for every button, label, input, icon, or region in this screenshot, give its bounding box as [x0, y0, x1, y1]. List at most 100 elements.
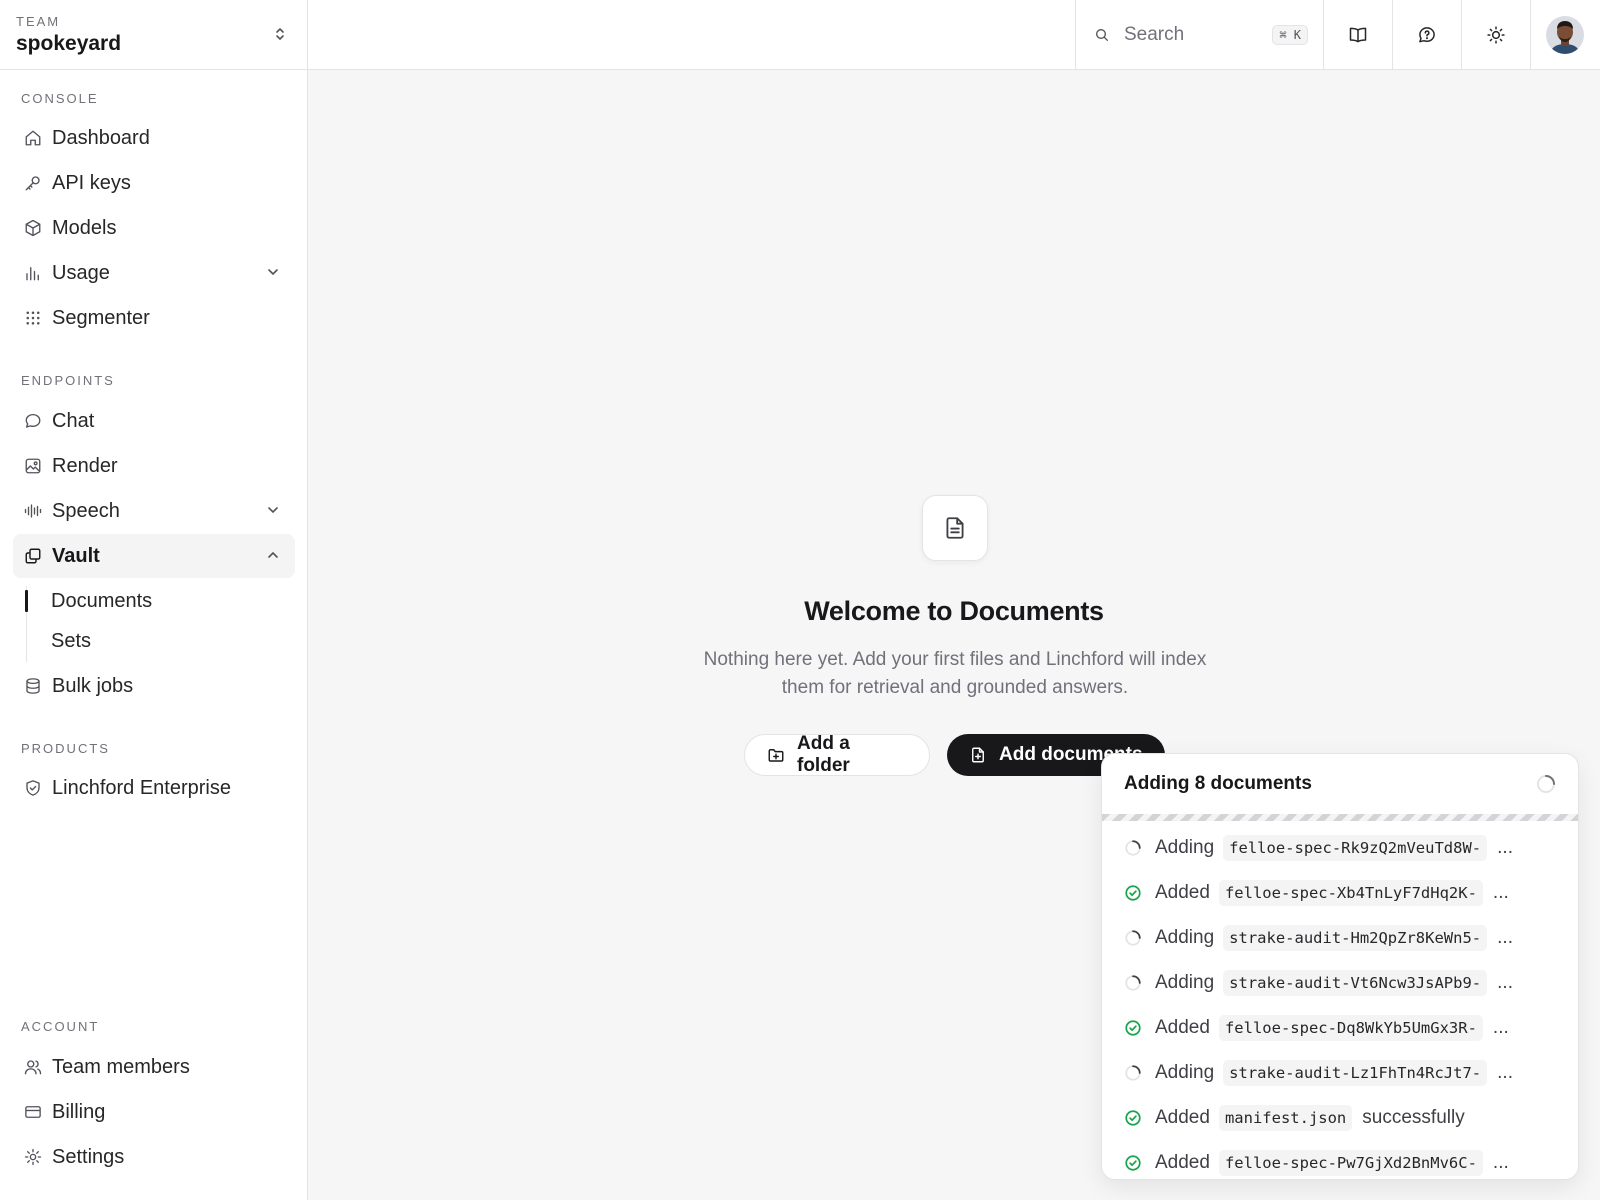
sidebar-item-usage[interactable]: Usage: [13, 251, 295, 295]
add-folder-label: Add a folder: [797, 733, 850, 776]
cube-icon: [23, 218, 43, 238]
user-menu-button[interactable]: [1530, 0, 1600, 69]
theme-toggle-button[interactable]: [1461, 0, 1530, 69]
upload-row: Adding strake-audit-Hm2QpZr8KeWn5-...: [1102, 915, 1578, 960]
section-label-products: PRODUCTS: [21, 741, 110, 756]
upload-status: Added: [1155, 881, 1210, 903]
section-label-endpoints: ENDPOINTS: [21, 373, 115, 388]
section-label-console: CONSOLE: [21, 91, 99, 106]
upload-row: Adding strake-audit-Vt6Ncw3JsAPb9-...: [1102, 960, 1578, 1005]
key-icon: [23, 173, 43, 193]
sidebar-item-label: Speech: [52, 499, 120, 522]
empty-state-title: Welcome to Documents: [804, 596, 1104, 626]
chevron-up-icon: [265, 547, 281, 563]
file-name: felloe-spec-Rk9zQ2mVeuTd8W-: [1223, 834, 1488, 861]
sidebar-item-models[interactable]: Models: [13, 206, 295, 250]
upload-row: Added manifest.json successfully: [1102, 1095, 1578, 1140]
home-icon: [23, 128, 43, 148]
file-name: strake-audit-Hm2QpZr8KeWn5-: [1223, 924, 1488, 951]
upload-tail: ...: [1492, 1016, 1509, 1038]
sidebar-item-label: Linchford Enterprise: [52, 776, 231, 799]
sidebar-item-enterprise[interactable]: Linchford Enterprise: [13, 766, 295, 810]
folder-plus-icon: [767, 746, 785, 764]
file-name: strake-audit-Lz1FhTn4RcJt7-: [1223, 1059, 1488, 1086]
book-open-icon: [1348, 25, 1368, 45]
spinner-icon: [1124, 974, 1142, 992]
check-circle-icon: [1124, 1019, 1142, 1037]
upload-row: Added felloe-spec-Xb4TnLyF7dHq2K-...: [1102, 870, 1578, 915]
sidebar-item-label: Usage: [52, 261, 110, 284]
file-name: strake-audit-Vt6Ncw3JsAPb9-: [1223, 969, 1488, 996]
file-plus-icon: [969, 746, 987, 764]
upload-progress-panel: Adding 8 documents Adding felloe-spec-Rk9…: [1101, 753, 1579, 1180]
credit-card-icon: [23, 1102, 43, 1122]
bar-chart-icon: [23, 263, 43, 283]
upload-tail: ...: [1497, 1061, 1513, 1083]
sidebar-item-team-members[interactable]: Team members: [13, 1045, 295, 1089]
upload-row: Adding strake-audit-Lz1FhTn4RcJt7-...: [1102, 1050, 1578, 1095]
sidebar-item-label: Team members: [52, 1055, 190, 1078]
upload-list: Adding felloe-spec-Rk9zQ2mVeuTd8W-... Adde…: [1102, 825, 1578, 1179]
sidebar-item-label: Billing: [52, 1100, 106, 1123]
search-placeholder: Search: [1124, 23, 1185, 45]
sidebar-item-label: Vault: [52, 544, 100, 567]
help-button[interactable]: [1392, 0, 1461, 69]
shield-check-icon: [23, 778, 43, 798]
upload-tail: ...: [1497, 926, 1513, 948]
upload-status: Adding: [1155, 836, 1215, 858]
sidebar-item-label: Segmenter: [52, 306, 150, 329]
spinner-icon: [1124, 839, 1142, 857]
check-circle-icon: [1124, 1154, 1142, 1172]
file-name: manifest.json: [1218, 1104, 1353, 1131]
document-icon-tile: [922, 495, 988, 561]
upload-status: Adding: [1155, 1061, 1215, 1083]
sidebar: TEAM spokeyard CONSOLE Dashboard API key…: [0, 0, 308, 1200]
file-name: felloe-spec-Xb4TnLyF7dHq2K-: [1218, 879, 1483, 906]
sidebar-item-label: Render: [52, 454, 118, 477]
upload-row: Added felloe-spec-Dq8WkYb5UmGx3R-...: [1102, 1005, 1578, 1050]
chevron-down-icon: [265, 264, 281, 280]
search-shortcut: ⌘ K: [1272, 25, 1308, 45]
sidebar-item-label: API keys: [52, 171, 131, 194]
sidebar-item-segmenter[interactable]: Segmenter: [13, 296, 295, 340]
empty-state-description: Nothing here yet. Add your first files a…: [703, 649, 1207, 698]
check-circle-icon: [1124, 1109, 1142, 1127]
search-bar[interactable]: Search ⌘ K: [1075, 0, 1323, 69]
users-icon: [23, 1057, 43, 1077]
section-label-account: ACCOUNT: [21, 1019, 100, 1034]
sidebar-item-settings[interactable]: Settings: [13, 1135, 295, 1179]
search-icon: [1094, 27, 1110, 43]
upload-status: Adding: [1155, 971, 1215, 993]
sidebar-item-billing[interactable]: Billing: [13, 1090, 295, 1134]
team-switcher[interactable]: TEAM spokeyard: [0, 0, 307, 70]
team-name: spokeyard: [16, 32, 122, 55]
sidebar-subitem-sets[interactable]: Sets: [51, 630, 91, 653]
database-icon: [23, 676, 43, 696]
upload-status: Added: [1155, 1016, 1210, 1038]
image-icon: [23, 456, 43, 476]
sidebar-item-chat[interactable]: Chat: [13, 399, 295, 443]
sidebar-item-vault[interactable]: Vault: [13, 534, 295, 578]
sidebar-item-label: Chat: [52, 409, 95, 432]
docs-button[interactable]: [1323, 0, 1392, 69]
sidebar-subitem-documents[interactable]: Documents: [51, 590, 152, 613]
sidebar-item-label: Bulk jobs: [52, 674, 134, 697]
spinner-icon: [1124, 929, 1142, 947]
upload-row: Added felloe-spec-Pw7GjXd2BnMv6C-...: [1102, 1140, 1578, 1179]
upload-tail: ...: [1492, 1151, 1509, 1173]
gear-icon: [23, 1147, 43, 1167]
upload-tail: successfully: [1362, 1106, 1465, 1128]
sidebar-item-label: Settings: [52, 1145, 125, 1168]
add-folder-button[interactable]: Add a folder: [744, 733, 930, 776]
sidebar-item-bulk-jobs[interactable]: Bulk jobs: [13, 664, 295, 708]
sidebar-item-speech[interactable]: Speech: [13, 489, 295, 533]
sidebar-item-render[interactable]: Render: [13, 444, 295, 488]
sidebar-item-dashboard[interactable]: Dashboard: [13, 116, 295, 160]
copy-stack-icon: [23, 546, 43, 566]
avatar: [1546, 16, 1584, 54]
top-bar: Search ⌘ K: [308, 0, 1600, 70]
upload-tail: ...: [1492, 881, 1509, 903]
waveform-icon: [23, 501, 43, 521]
sidebar-item-api-keys[interactable]: API keys: [13, 161, 295, 205]
progress-bar: [1102, 814, 1578, 821]
